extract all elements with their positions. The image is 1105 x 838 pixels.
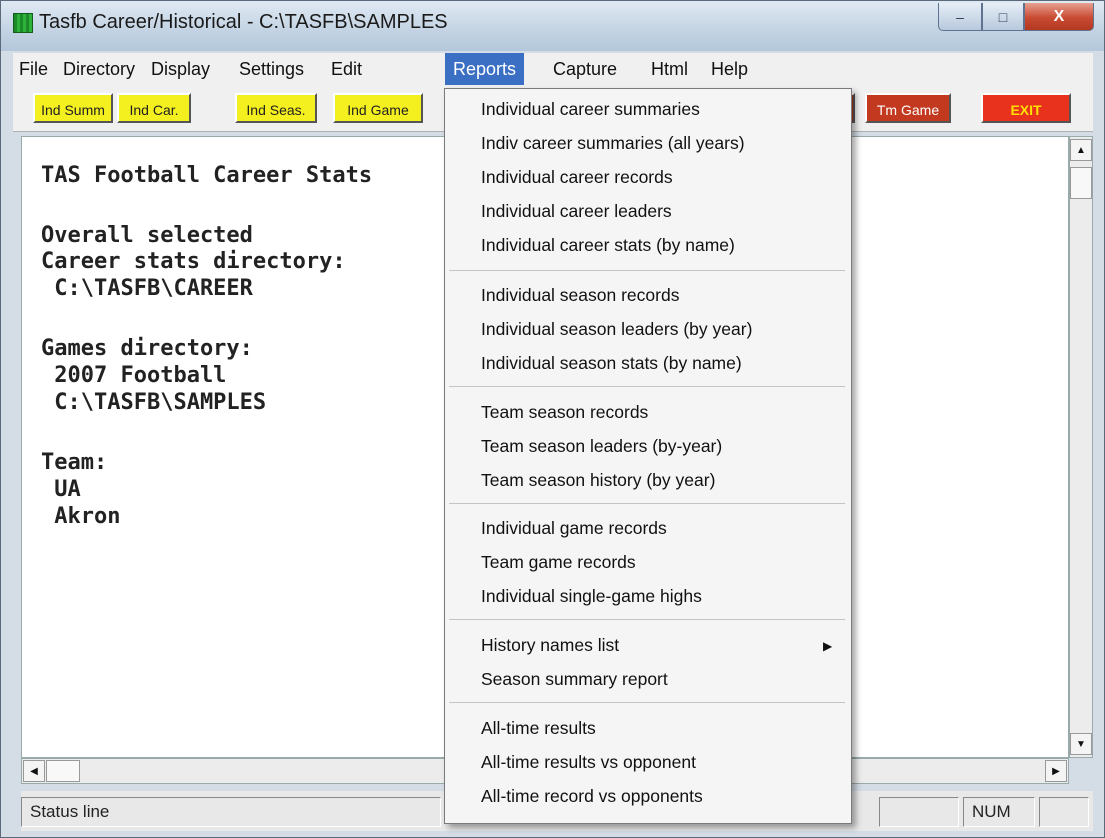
tm-game-button[interactable]: Tm Game: [865, 93, 951, 123]
menu-separator: [449, 386, 845, 387]
menu-item-individual-career-stats-by-name[interactable]: Individual career stats (by name): [481, 235, 735, 256]
report-line: UA: [41, 477, 81, 502]
menu-item-individual-season-leaders-by-year[interactable]: Individual season leaders (by year): [481, 319, 752, 340]
menu-item-all-time-record-vs-opponents[interactable]: All-time record vs opponents: [481, 786, 703, 807]
menu-item-individual-career-records[interactable]: Individual career records: [481, 167, 673, 188]
title-bar[interactable]: Tasfb Career/Historical - C:\TASFB\SAMPL…: [1, 1, 1104, 51]
menu-item-team-season-history-by-year[interactable]: Team season history (by year): [481, 470, 715, 491]
menu-item-team-season-records[interactable]: Team season records: [481, 402, 648, 423]
scroll-up-icon[interactable]: ▲: [1070, 139, 1092, 161]
menu-item-team-season-leaders-by-year[interactable]: Team season leaders (by-year): [481, 436, 722, 457]
report-line: Akron: [41, 504, 121, 529]
scroll-right-icon[interactable]: ▶: [1045, 760, 1067, 782]
menu-item-individual-single-game-highs[interactable]: Individual single-game highs: [481, 586, 702, 607]
scroll-left-icon[interactable]: ◀: [23, 760, 45, 782]
menu-item-individual-career-leaders[interactable]: Individual career leaders: [481, 201, 672, 222]
menu-item-individual-career-summaries[interactable]: Individual career summaries: [481, 99, 700, 120]
menu-help[interactable]: Help: [711, 53, 748, 85]
reports-dropdown-menu: Individual career summaries Indiv career…: [444, 88, 852, 824]
menu-item-individual-game-records[interactable]: Individual game records: [481, 518, 667, 539]
minimize-button[interactable]: –: [938, 3, 982, 31]
report-line: Team:: [41, 450, 108, 475]
menu-item-individual-season-records[interactable]: Individual season records: [481, 285, 679, 306]
ind-summ-button[interactable]: Ind Summ: [33, 93, 113, 123]
menu-separator: [449, 619, 845, 620]
vertical-scrollbar[interactable]: ▲ ▼: [1069, 136, 1093, 758]
ind-seas-button[interactable]: Ind Seas.: [235, 93, 317, 123]
menu-separator: [449, 503, 845, 504]
maximize-button[interactable]: □: [982, 3, 1024, 31]
menu-file[interactable]: File: [19, 53, 48, 85]
report-line: Games directory:: [41, 336, 253, 361]
ind-car-button[interactable]: Ind Car.: [117, 93, 191, 123]
report-line: C:\TASFB\SAMPLES: [41, 390, 267, 415]
app-icon: [13, 13, 33, 33]
menu-item-history-names-list[interactable]: History names list: [481, 635, 619, 656]
menu-display[interactable]: Display: [151, 53, 210, 85]
scroll-down-icon[interactable]: ▼: [1070, 733, 1092, 755]
exit-button[interactable]: EXIT: [981, 93, 1071, 123]
menu-item-all-time-results[interactable]: All-time results: [481, 718, 596, 739]
menu-item-individual-season-stats-by-name[interactable]: Individual season stats (by name): [481, 353, 742, 374]
report-title: TAS Football Career Stats: [41, 163, 373, 188]
report-line: Overall selected: [41, 223, 253, 248]
menu-capture[interactable]: Capture: [553, 53, 617, 85]
horizontal-scroll-thumb[interactable]: [46, 760, 80, 782]
menu-edit[interactable]: Edit: [331, 53, 362, 85]
menu-item-season-summary-report[interactable]: Season summary report: [481, 669, 668, 690]
ind-game-button[interactable]: Ind Game: [333, 93, 423, 123]
menu-reports[interactable]: Reports: [445, 53, 525, 85]
report-line: Career stats directory:: [41, 249, 346, 274]
status-cell-empty: [879, 797, 959, 827]
menu-html[interactable]: Html: [651, 53, 688, 85]
app-window: Tasfb Career/Historical - C:\TASFB\SAMPL…: [0, 0, 1105, 838]
window-title: Tasfb Career/Historical - C:\TASFB\SAMPL…: [39, 11, 448, 33]
status-line: Status line: [21, 797, 441, 827]
menu-item-all-time-results-vs-opponent[interactable]: All-time results vs opponent: [481, 752, 696, 773]
num-lock-indicator: NUM: [963, 797, 1035, 827]
menu-item-indiv-career-summaries-all-years[interactable]: Indiv career summaries (all years): [481, 133, 745, 154]
menu-separator: [449, 702, 845, 703]
report-line: C:\TASFB\CAREER: [41, 276, 253, 301]
submenu-arrow-icon: ▶: [823, 639, 833, 653]
status-cell-empty: [1039, 797, 1089, 827]
menu-directory[interactable]: Directory: [63, 53, 135, 85]
menu-bar: File Directory Display Settings Edit Rep…: [13, 53, 1093, 85]
close-button[interactable]: X: [1024, 3, 1094, 31]
menu-separator: [449, 270, 845, 271]
menu-item-team-game-records[interactable]: Team game records: [481, 552, 636, 573]
menu-settings[interactable]: Settings: [239, 53, 304, 85]
report-line: 2007 Football: [41, 363, 227, 388]
vertical-scroll-thumb[interactable]: [1070, 167, 1092, 199]
